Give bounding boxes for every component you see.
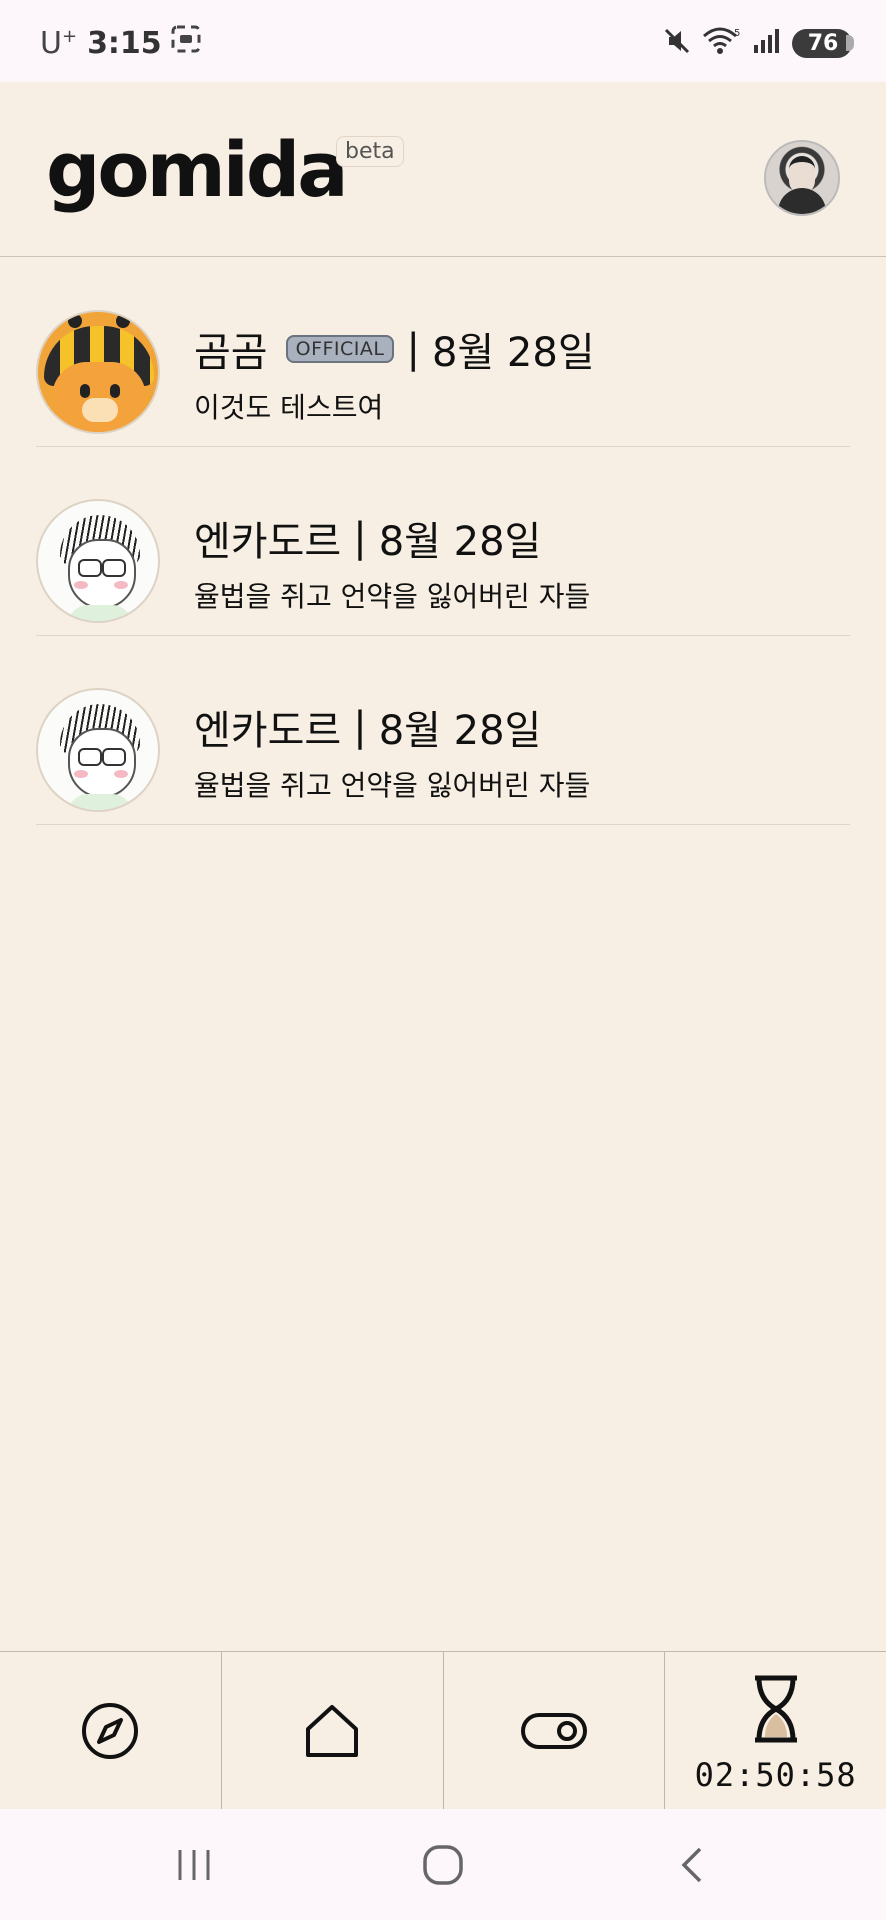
post-text[interactable]: 이것도 테스트여	[194, 386, 383, 426]
cheek-right	[114, 581, 128, 589]
post-separator: |	[353, 515, 367, 561]
timer-readout: 02:50:58	[694, 1756, 857, 1794]
post-feed: 곰곰 OFFICIAL | 8월 28일 이것도 테스트여 엔카도르 | 8월 …	[36, 258, 850, 825]
carrier-label: U+	[40, 25, 78, 61]
sketch-glasses-avatar[interactable]	[36, 499, 160, 623]
bear-eye-left	[80, 384, 90, 398]
svg-text:5: 5	[734, 28, 740, 39]
post-date: 8월 28일	[378, 708, 542, 754]
sketch-shirt	[68, 605, 132, 621]
status-right: 5 76	[662, 26, 854, 60]
glasses-left	[78, 559, 102, 577]
glasses-right	[102, 748, 126, 766]
post-header: 엔카도르 | 8월 28일	[194, 698, 541, 756]
post-date: 8월 28일	[431, 330, 595, 376]
cheek-right	[114, 770, 128, 778]
status-bar: U+ 3:15 5 76	[0, 0, 886, 82]
post-separator: |	[406, 326, 420, 372]
post-item[interactable]: 엔카도르 | 8월 28일 율법을 쥐고 언약을 잃어버린 자들	[36, 636, 850, 825]
screenshot-icon	[170, 24, 202, 62]
battery-indicator: 76	[792, 28, 854, 58]
post-author[interactable]: 엔카도르	[194, 698, 341, 756]
sketch-glasses-avatar[interactable]	[36, 688, 160, 812]
mute-icon	[662, 26, 692, 60]
nav-home[interactable]	[222, 1652, 444, 1810]
post-text[interactable]: 율법을 쥐고 언약을 잃어버린 자들	[194, 575, 590, 615]
post-item[interactable]: 곰곰 OFFICIAL | 8월 28일 이것도 테스트여	[36, 258, 850, 447]
bear-bee-avatar[interactable]	[36, 310, 160, 434]
glasses-left	[78, 748, 102, 766]
system-nav-bar	[0, 1809, 886, 1920]
nav-timer[interactable]: 02:50:58	[665, 1652, 886, 1810]
wifi-icon: 5	[702, 26, 742, 60]
profile-avatar-button[interactable]	[764, 140, 840, 216]
post-item[interactable]: 엔카도르 | 8월 28일 율법을 쥐고 언약을 잃어버린 자들	[36, 447, 850, 636]
official-badge: OFFICIAL	[285, 335, 395, 363]
nav-explore[interactable]	[0, 1652, 222, 1810]
bottom-nav: 02:50:58	[0, 1651, 886, 1810]
hourglass-icon	[751, 1674, 801, 1748]
beta-badge: beta	[336, 136, 404, 167]
bear-eye-right	[110, 384, 120, 398]
post-author[interactable]: 엔카도르	[194, 509, 341, 567]
sketch-shirt	[68, 794, 132, 810]
post-text[interactable]: 율법을 쥐고 언약을 잃어버린 자들	[194, 764, 590, 804]
cheek-left	[74, 770, 88, 778]
profile-photo-body	[778, 188, 826, 214]
signal-icon	[752, 27, 782, 59]
post-author[interactable]: 곰곰	[194, 320, 268, 378]
nav-toggle[interactable]	[444, 1652, 666, 1810]
glasses-right	[102, 559, 126, 577]
post-header: 엔카도르 | 8월 28일	[194, 509, 541, 567]
antenna-left	[68, 314, 82, 328]
cheek-left	[74, 581, 88, 589]
app-logo[interactable]: gomida	[46, 132, 349, 208]
post-date: 8월 28일	[378, 519, 542, 565]
antenna-right	[116, 314, 130, 328]
app-header: gomida beta	[0, 82, 886, 257]
status-left: U+ 3:15	[40, 24, 202, 62]
post-separator: |	[353, 704, 367, 750]
bear-muzzle	[82, 398, 118, 422]
post-header: 곰곰 OFFICIAL | 8월 28일	[194, 320, 595, 378]
clock: 3:15	[87, 25, 162, 61]
